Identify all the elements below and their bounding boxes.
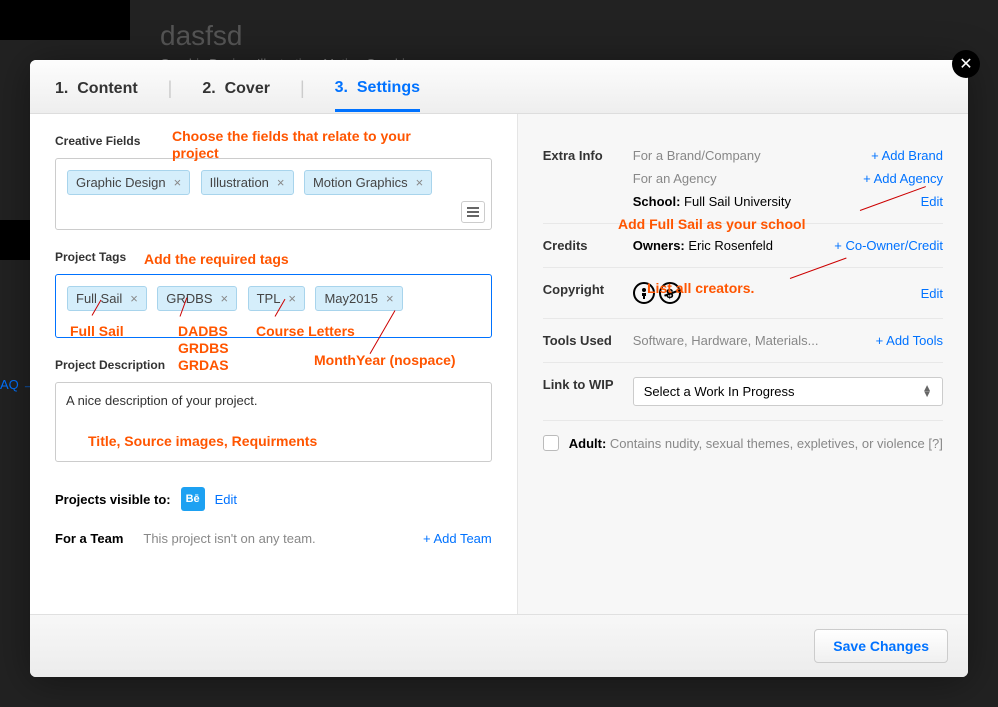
- tag-illustration[interactable]: Illustration ×: [201, 170, 294, 195]
- adult-text: Adult: Contains nudity, sexual themes, e…: [569, 436, 943, 451]
- list-icon[interactable]: [461, 201, 485, 223]
- tag-may2015[interactable]: May2015 ×: [315, 286, 402, 311]
- creative-fields-box[interactable]: Graphic Design × Illustration × Motion G…: [55, 158, 492, 230]
- cc-attribution-icon: [633, 282, 655, 304]
- settings-modal: 1. Content | 2. Cover | 3. Settings Crea…: [30, 60, 968, 677]
- modal-body: Creative Fields Graphic Design × Illustr…: [30, 114, 968, 614]
- tag-graphic-design[interactable]: Graphic Design ×: [67, 170, 190, 195]
- step-separator: |: [168, 78, 173, 99]
- add-credit-link[interactable]: + Co-Owner/Credit: [834, 238, 943, 253]
- tools-text: Software, Hardware, Materials...: [633, 333, 819, 348]
- tag-grdbs[interactable]: GRDBS ×: [157, 286, 237, 311]
- agency-text: For an Agency: [633, 171, 717, 186]
- credits-row: Credits Owners: Eric Rosenfeld + Co-Owne…: [543, 224, 943, 268]
- visibility-row: Projects visible to: Bē Edit: [55, 487, 492, 511]
- owners-info: Owners: Eric Rosenfeld: [633, 238, 773, 253]
- extra-info-label: Extra Info: [543, 148, 633, 209]
- extra-info-row: Extra Info For a Brand/Company + Add Bra…: [543, 134, 943, 224]
- save-button[interactable]: Save Changes: [814, 629, 948, 663]
- tab-content[interactable]: 1. Content: [55, 80, 138, 98]
- modal-header: 1. Content | 2. Cover | 3. Settings: [30, 60, 968, 114]
- copyright-label: Copyright: [543, 282, 633, 304]
- creative-fields-label: Creative Fields: [55, 134, 492, 148]
- remove-icon[interactable]: ×: [288, 291, 296, 306]
- remove-icon[interactable]: ×: [416, 175, 424, 190]
- wip-select[interactable]: Select a Work In Progress ▲▼: [633, 377, 943, 406]
- team-text: This project isn't on any team.: [143, 531, 315, 546]
- modal-footer: Save Changes: [30, 614, 968, 677]
- tab-settings[interactable]: 3. Settings: [335, 79, 420, 112]
- right-column: Extra Info For a Brand/Company + Add Bra…: [518, 114, 968, 614]
- description-input[interactable]: [55, 382, 492, 462]
- tools-row: Tools Used Software, Hardware, Materials…: [543, 319, 943, 363]
- chevron-updown-icon: ▲▼: [922, 386, 932, 398]
- close-button[interactable]: ✕: [952, 50, 980, 78]
- wip-row: Link to WIP Select a Work In Progress ▲▼: [543, 363, 943, 421]
- edit-school-link[interactable]: Edit: [921, 194, 943, 209]
- remove-icon[interactable]: ×: [386, 291, 394, 306]
- add-tools-link[interactable]: + Add Tools: [876, 333, 943, 348]
- team-row: For a Team This project isn't on any tea…: [55, 531, 492, 546]
- tools-label: Tools Used: [543, 333, 633, 348]
- edit-visibility-link[interactable]: Edit: [215, 492, 237, 507]
- cc-noncommercial-icon: $: [659, 282, 681, 304]
- add-agency-link[interactable]: + Add Agency: [863, 171, 943, 186]
- remove-icon[interactable]: ×: [130, 291, 138, 306]
- remove-icon[interactable]: ×: [277, 175, 285, 190]
- remove-icon[interactable]: ×: [174, 175, 182, 190]
- school-info: School: Full Sail University: [633, 194, 791, 209]
- bg-title: dasfsd: [160, 20, 968, 52]
- step-separator: |: [300, 78, 305, 99]
- description-label: Project Description: [55, 358, 492, 372]
- project-tags-label: Project Tags: [55, 250, 492, 264]
- add-brand-link[interactable]: + Add Brand: [871, 148, 943, 163]
- tab-cover[interactable]: 2. Cover: [202, 80, 270, 98]
- adult-checkbox[interactable]: [543, 435, 559, 451]
- project-tags-box[interactable]: Full Sail × GRDBS × TPL × May2015 ×: [55, 274, 492, 338]
- team-label: For a Team: [55, 531, 123, 546]
- credits-label: Credits: [543, 238, 633, 253]
- cc-icons: $: [633, 282, 681, 304]
- tag-motion-graphics[interactable]: Motion Graphics ×: [304, 170, 432, 195]
- tag-tpl[interactable]: TPL ×: [248, 286, 305, 311]
- edit-copyright-link[interactable]: Edit: [921, 286, 943, 301]
- visible-label: Projects visible to:: [55, 492, 171, 507]
- adult-row: Adult: Contains nudity, sexual themes, e…: [543, 421, 943, 451]
- add-team-link[interactable]: + Add Team: [423, 531, 492, 546]
- bg-sidebar-block: [0, 0, 130, 40]
- close-icon: ✕: [959, 54, 972, 74]
- left-column: Creative Fields Graphic Design × Illustr…: [30, 114, 518, 614]
- tag-full-sail[interactable]: Full Sail ×: [67, 286, 147, 311]
- brand-text: For a Brand/Company: [633, 148, 761, 163]
- behance-icon[interactable]: Bē: [181, 487, 205, 511]
- wip-label: Link to WIP: [543, 377, 633, 406]
- remove-icon[interactable]: ×: [221, 291, 229, 306]
- copyright-row: Copyright $ Edit: [543, 268, 943, 319]
